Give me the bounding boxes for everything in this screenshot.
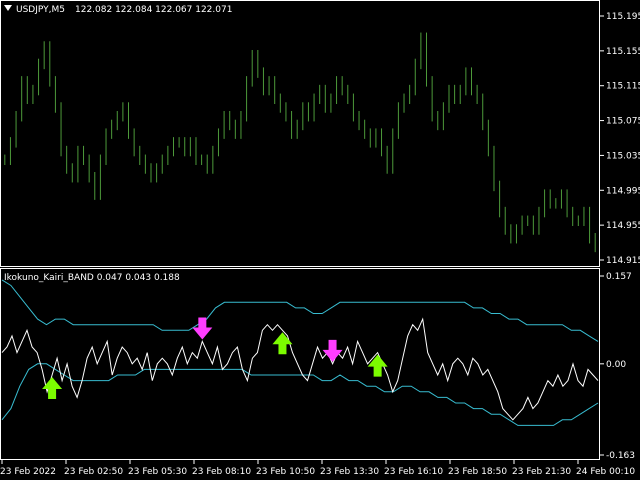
symbol-timeframe: USDJPY,M5 (16, 5, 65, 15)
time-tick-label: 23 Feb 13:30 (320, 467, 379, 477)
time-tick-label: 23 Feb 10:50 (256, 467, 315, 477)
ohlc-values: 122.082 122.084 122.067 122.071 (75, 5, 232, 15)
price-tick-label: 115.195 (606, 12, 640, 22)
time-tick-label: 23 Feb 18:50 (448, 467, 507, 477)
time-tick-label: 23 Feb 16:10 (384, 467, 443, 477)
time-tick-label: 23 Feb 21:30 (512, 467, 571, 477)
price-header: USDJPY,M5 122.082 122.084 122.067 122.07… (4, 5, 232, 15)
price-tick-label: 114.955 (606, 221, 640, 231)
time-tick-label: 23 Feb 02:50 (64, 467, 123, 477)
price-tick-label: 115.075 (606, 117, 640, 127)
price-tick-label: 114.995 (606, 186, 640, 196)
price-tick-label: 115.035 (606, 151, 640, 161)
chart-window[interactable]: 115.195 115.155 115.115 115.075 115.035 114.9… (0, 0, 640, 480)
indicator-tick-label: 0.157 (606, 272, 632, 282)
price-tick-label: 115.155 (606, 47, 640, 57)
indicator-axis[interactable]: 0.157 0.00 -0.163 (600, 272, 635, 461)
time-tick-label: 23 Feb 05:30 (128, 467, 187, 477)
price-axis[interactable]: 115.195 115.155 115.115 115.075 115.035 114.9… (600, 12, 640, 266)
time-tick-label: 23 Feb 08:10 (192, 467, 251, 477)
time-tick-label: 23 Feb 2022 (0, 467, 56, 477)
price-panel[interactable]: 115.195 115.155 115.115 115.075 115.035 114.9… (0, 0, 640, 267)
price-tick-label: 115.115 (606, 82, 640, 92)
price-tick-label: 114.915 (606, 256, 640, 266)
indicator-tick-label: -0.163 (606, 451, 635, 461)
indicator-tick-label: 0.00 (606, 360, 626, 370)
indicator-panel-frame (0, 268, 600, 460)
indicator-panel[interactable]: Ikokuno_Kairi_BAND 0.047 0.043 0.188 0.1… (0, 268, 636, 462)
time-axis[interactable]: 23 Feb 2022 23 Feb 02:50 23 Feb 05:30 23 Fe… (0, 460, 635, 477)
indicator-header: Ikokuno_Kairi_BAND 0.047 0.043 0.188 (4, 273, 180, 283)
price-panel-frame (0, 0, 600, 267)
time-tick-label: 24 Feb 00:10 (576, 467, 635, 477)
